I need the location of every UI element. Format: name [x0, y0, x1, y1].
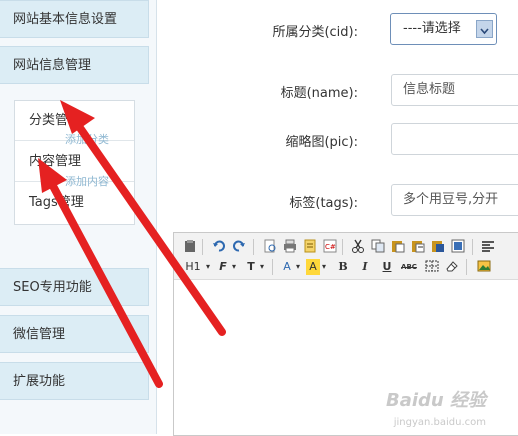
annotation-arrows	[38, 100, 226, 388]
red-arrow-icon	[38, 158, 163, 388]
red-arrow-icon	[60, 100, 226, 336]
